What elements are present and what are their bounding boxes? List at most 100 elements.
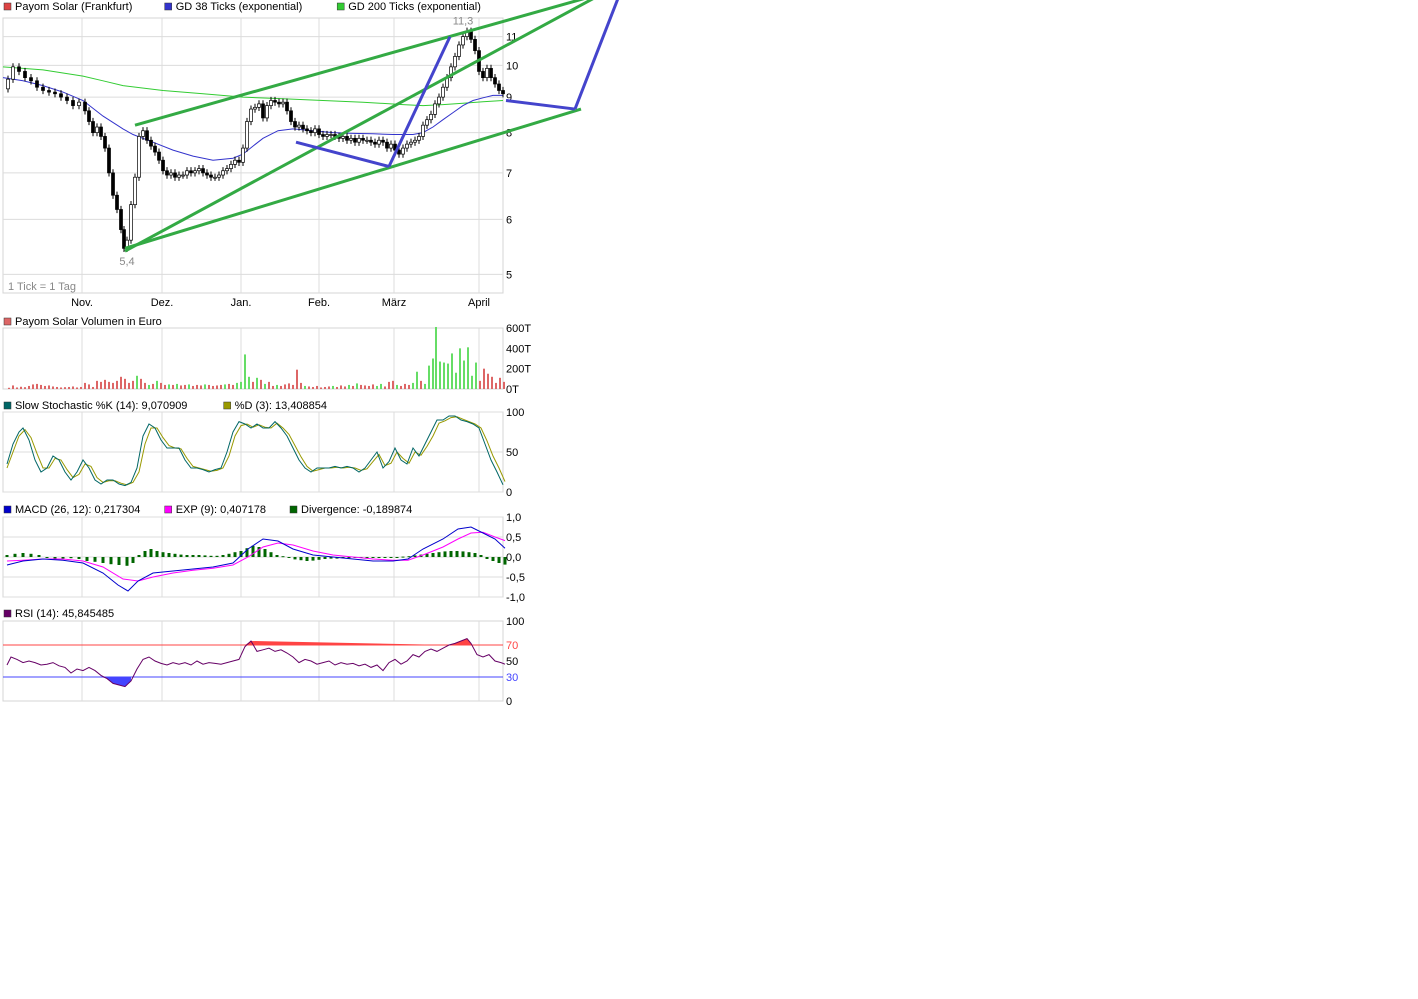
macd-divergence-bar (413, 555, 417, 557)
volume-bar (28, 385, 30, 389)
candle-body (122, 229, 126, 249)
candle-body (173, 172, 177, 178)
volume-bar (459, 348, 461, 389)
macd-divergence-bar (161, 552, 165, 557)
candle-body (47, 90, 51, 93)
stoch-y-tick: 50 (506, 447, 518, 459)
macd-divergence-bar (93, 557, 97, 562)
macd-divergence-bar (395, 557, 399, 558)
trend-forecast-line (387, 35, 452, 168)
macd-divergence-bar (173, 553, 177, 557)
candle-body (481, 71, 485, 78)
volume-bar (160, 382, 162, 389)
candle-body (317, 128, 321, 135)
candle-body (145, 130, 149, 141)
volume-bar (320, 387, 322, 389)
macd-divergence-bar (221, 555, 225, 557)
candle-body (353, 137, 357, 143)
candle-body (161, 159, 165, 172)
candle-body (277, 101, 281, 105)
candle-body (261, 103, 265, 119)
candle-body (289, 110, 293, 122)
volume-bar (428, 365, 430, 389)
month-label: März (382, 297, 406, 309)
volume-bar (12, 385, 14, 389)
candle-body (493, 77, 497, 85)
volume-bar (112, 382, 114, 389)
volume-bar (232, 384, 234, 389)
macd-divergence-bar (497, 557, 501, 563)
price-y-tick: 5 (506, 269, 512, 281)
volume-bar (308, 386, 310, 389)
macd-divergence-bar (197, 555, 201, 557)
macd-panel: 1,0 0,5 0,0 -0,5 -1,0 MACD (26, 12): 0,217304… (2, 504, 525, 604)
volume-bar (424, 383, 426, 389)
volume-bar (168, 384, 170, 389)
candle-body (461, 36, 465, 46)
volume-bar (8, 387, 10, 389)
legend-swatch (3, 609, 12, 618)
macd-divergence-bar (455, 551, 459, 557)
volume-bar (272, 385, 274, 389)
trend-forecast-line (505, 98, 576, 111)
macd-divergence-bar (443, 551, 447, 557)
macd-divergence-bar (5, 555, 9, 557)
volume-bar (144, 382, 146, 389)
volume-bar (344, 386, 346, 389)
macd-divergence-bar (209, 555, 213, 557)
volume-bar (40, 384, 42, 389)
volume-bar (116, 380, 118, 389)
volume-panel: 600T 400T 200T 0T Payom Solar Volumen in Eur… (2, 316, 531, 396)
candle-body (345, 136, 349, 141)
price-extreme-label: 11,3 (453, 15, 474, 27)
month-label: April (468, 297, 490, 309)
macd-divergence-bar (437, 552, 441, 557)
macd-divergence-bar (491, 557, 495, 561)
stoch-y-tick: 100 (506, 407, 524, 419)
macd-divergence-bar (485, 557, 489, 559)
candle-body (225, 168, 229, 172)
macd-divergence-bar (61, 557, 65, 559)
legend-swatch (289, 505, 298, 514)
candle-body (293, 121, 297, 128)
candle-body (365, 139, 369, 142)
volume-bar (180, 385, 182, 389)
volume-bar (204, 384, 206, 389)
candle-body (23, 71, 27, 78)
volume-bar (184, 384, 186, 389)
legend-swatch (223, 401, 231, 410)
candle-body (205, 172, 209, 176)
candle-body (381, 139, 385, 143)
price-extreme-label: 5,4 (119, 256, 134, 268)
legend-label: %D (3): 13,408854 (235, 400, 327, 412)
volume-bar (76, 387, 78, 389)
macd-divergence-bar (317, 557, 321, 560)
volume-bar (280, 385, 282, 389)
candle-body (53, 91, 57, 95)
volume-bar (471, 375, 473, 389)
volume-bar (416, 371, 418, 389)
candle-body (177, 174, 181, 178)
candle-body (245, 121, 249, 149)
candle-body (297, 124, 301, 128)
macd-divergence-bar (149, 549, 153, 557)
rsi-y-tick: 100 (506, 616, 524, 628)
volume-bar (376, 385, 378, 389)
legend-label: Divergence: -0,189874 (301, 504, 412, 516)
volume-bar (240, 381, 242, 389)
volume-bar (288, 383, 290, 389)
candle-body (65, 96, 69, 101)
candle-body (329, 134, 333, 136)
macd-divergence-bar (131, 557, 135, 563)
candle-body (325, 134, 329, 137)
candle-body (59, 93, 63, 98)
volume-bar (435, 326, 437, 389)
volume-bar (256, 377, 258, 389)
volume-bar (36, 383, 38, 389)
macd-divergence-bar (233, 552, 237, 557)
macd-divergence-bar (467, 552, 471, 557)
candle-body (437, 96, 441, 105)
macd-divergence-bar (29, 553, 33, 557)
volume-bar (451, 353, 453, 389)
trend-channel-line (134, 0, 585, 127)
